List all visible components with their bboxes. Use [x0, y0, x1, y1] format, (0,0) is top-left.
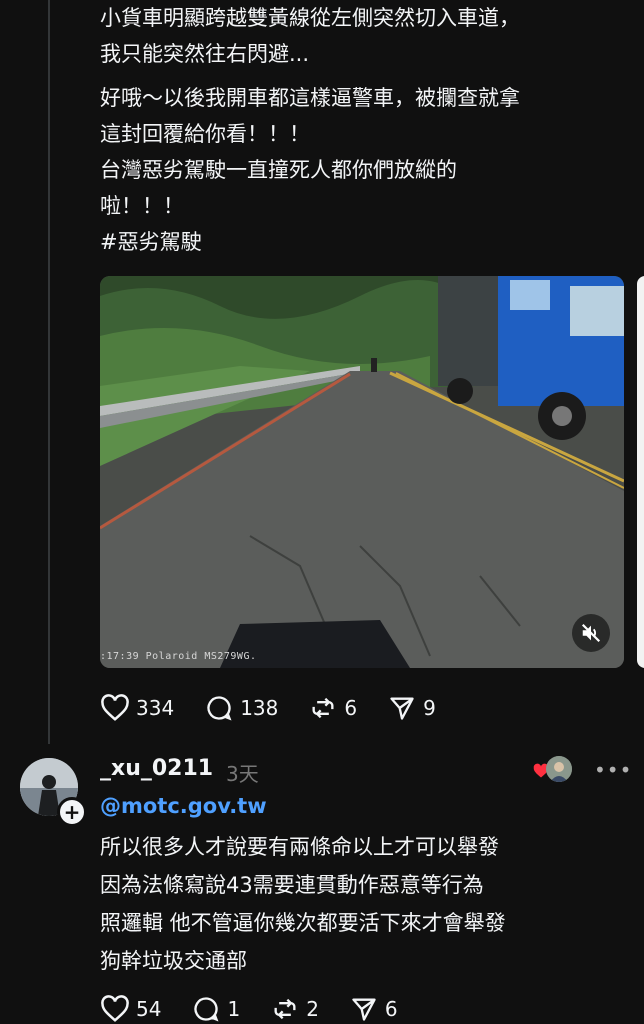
post-text-line: 這封回覆給你看！！！	[100, 122, 310, 146]
repost-icon	[274, 998, 296, 1020]
hashtag-link[interactable]: #惡劣駕駛	[100, 224, 620, 260]
comment-icon	[207, 696, 232, 721]
comment-count: 138	[240, 696, 279, 720]
heart-icon	[101, 694, 129, 721]
share-button[interactable]: 9	[387, 694, 436, 722]
reply-comment-count: 1	[227, 997, 241, 1021]
reply-text-line: 照邏輯 他不管逼你幾次都要活下來才會舉發	[100, 911, 506, 935]
send-icon	[352, 998, 376, 1021]
reply-share-button[interactable]: 6	[349, 995, 398, 1023]
comment-button[interactable]: 138	[204, 694, 278, 722]
repost-count: 6	[344, 696, 358, 720]
reply-repost-button[interactable]: 2	[270, 995, 319, 1023]
volume-off-icon	[581, 623, 601, 643]
repost-icon	[312, 697, 334, 719]
repost-button[interactable]: 6	[308, 694, 357, 722]
author-mini-avatar	[546, 756, 572, 782]
post-action-bar: 334 138 6 9	[100, 693, 466, 723]
reply-body: 所以很多人才說要有兩條命以上才可以舉發 因為法條寫說43需要連貫動作惡意等行為 …	[100, 828, 620, 980]
reply-like-count: 54	[136, 997, 162, 1021]
thread-connector-line	[48, 0, 50, 744]
like-button[interactable]: 334	[100, 694, 174, 722]
reply-like-button[interactable]: 54	[100, 995, 161, 1023]
mute-button[interactable]	[572, 614, 610, 652]
post-text-line: 我只能突然往右閃避...	[100, 42, 310, 66]
reply-action-bar: 54 1 2 6	[100, 994, 428, 1024]
more-options-button[interactable]: •••	[594, 758, 632, 782]
post-video[interactable]: :17:39 Polaroid MS279WG.	[100, 276, 624, 668]
reply-share-count: 6	[384, 997, 398, 1021]
reply-text-line: 所以很多人才說要有兩條命以上才可以舉發	[100, 835, 499, 859]
mini-avatar-image	[546, 756, 572, 782]
reply-repost-count: 2	[306, 997, 319, 1021]
reply-text-line: 狗幹垃圾交通部	[100, 949, 247, 973]
video-timestamp-overlay: :17:39 Polaroid MS279WG.	[100, 651, 257, 662]
reply-text-line: 因為法條寫說43需要連貫動作惡意等行為	[100, 873, 484, 897]
like-count: 334	[136, 696, 175, 720]
comment-icon	[194, 997, 219, 1022]
reply-comment-button[interactable]: 1	[191, 995, 240, 1023]
send-icon	[390, 697, 414, 720]
heart-icon	[101, 995, 129, 1022]
post-text-line: 小貨車明顯跨越雙黃線從左側突然切入車道，	[100, 6, 520, 30]
post-body: 小貨車明顯跨越雙黃線從左側突然切入車道， 我只能突然往右閃避... 好哦～以後我…	[100, 0, 620, 260]
share-count: 9	[423, 696, 436, 720]
post-text-line: 好哦～以後我開車都這樣逼警車，被攔查就拿	[100, 86, 520, 110]
post-text-line: 啦！！！	[100, 194, 184, 218]
dashcam-video-frame	[100, 276, 624, 668]
follow-add-button[interactable]: +	[57, 797, 87, 827]
reply-username[interactable]: _xu_0211	[100, 756, 213, 781]
next-media-preview[interactable]	[637, 276, 644, 668]
reply-timestamp: 3天	[226, 762, 259, 786]
mention-link[interactable]: @motc.gov.tw	[100, 794, 267, 818]
post-text-line: 台灣惡劣駕駛一直撞死人都你們放縱的	[100, 158, 457, 182]
